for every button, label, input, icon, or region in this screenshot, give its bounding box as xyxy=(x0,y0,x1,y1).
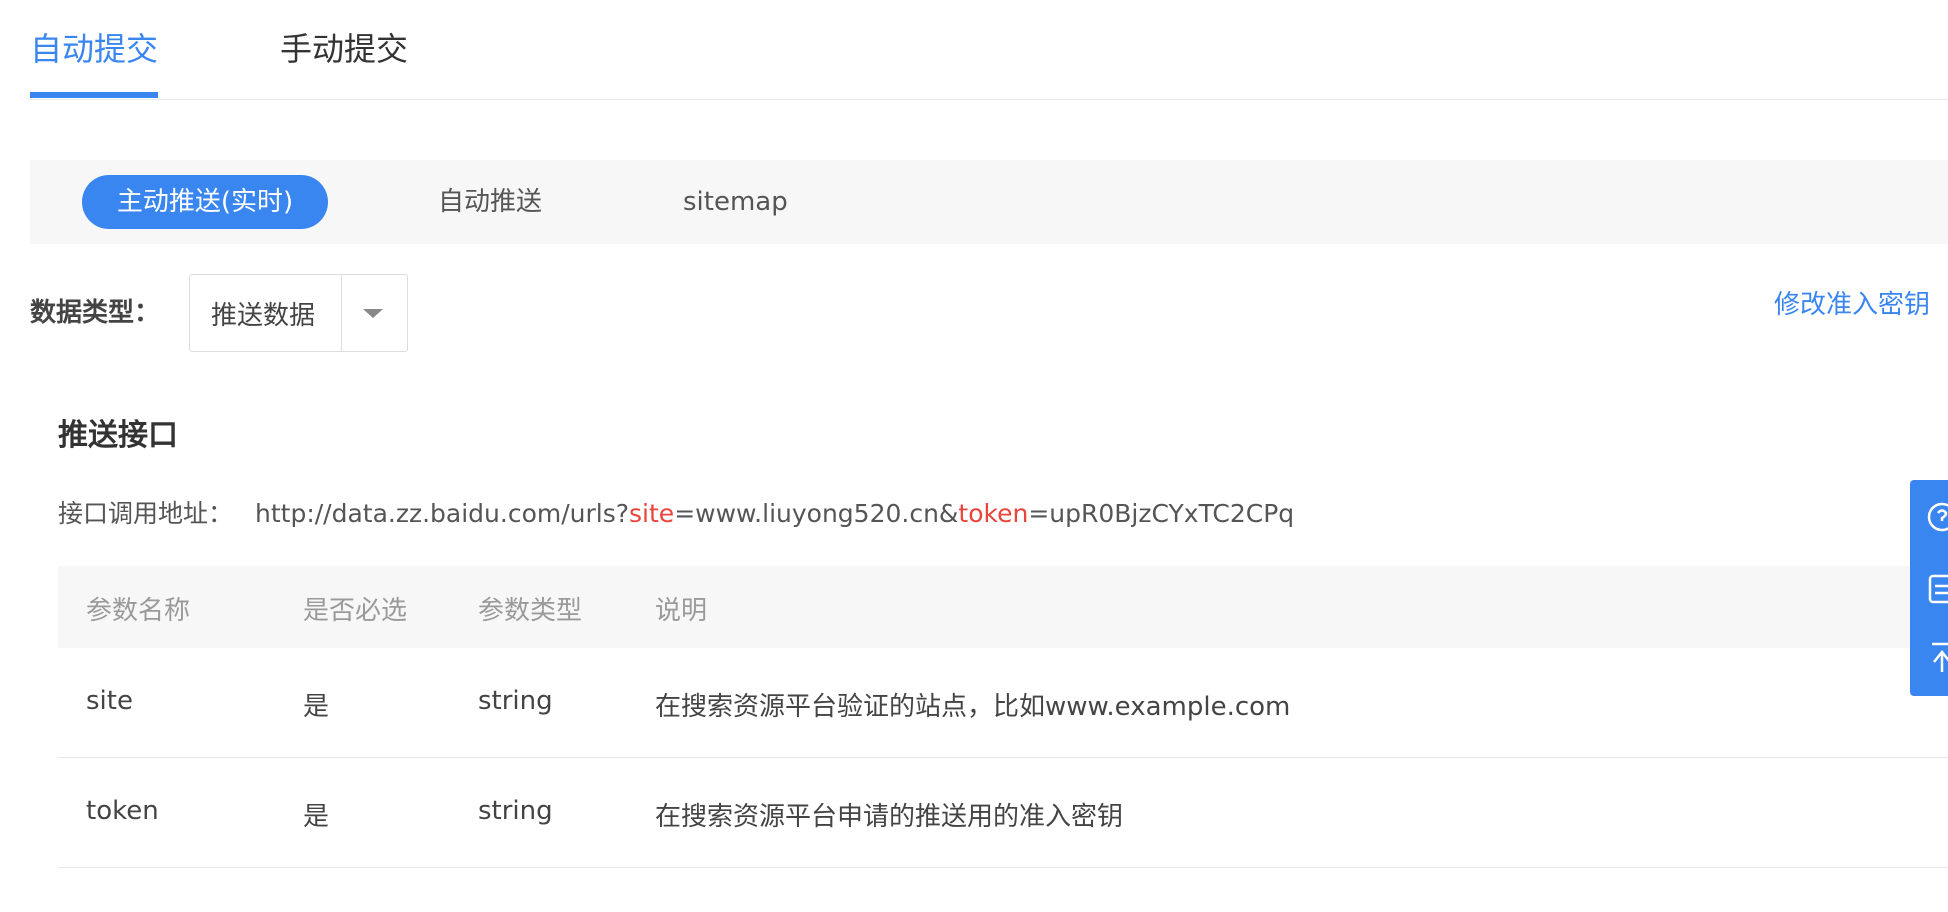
params-table: 参数名称 是否必选 参数类型 说明 site 是 string 在搜索资源平台验… xyxy=(58,566,1948,868)
column-header-description: 说明 xyxy=(655,596,708,626)
help-icon[interactable] xyxy=(1910,492,1948,542)
param-name-cell: site xyxy=(86,686,133,716)
param-type-cell: string xyxy=(478,686,553,716)
data-type-label: 数据类型： xyxy=(30,298,161,328)
back-to-top-icon[interactable] xyxy=(1910,632,1948,682)
caret-down-icon xyxy=(363,309,383,318)
description-cell: 在搜索资源平台验证的站点，比如www.example.com xyxy=(655,692,1291,722)
subtab-active-push[interactable]: 主动推送(实时) xyxy=(82,175,328,229)
endpoint-site-value: =www.liuyong520.cn& xyxy=(674,499,959,528)
push-method-nav: 主动推送(实时) 自动推送 sitemap xyxy=(30,160,1948,244)
data-type-selected-value: 推送数据 xyxy=(211,301,316,331)
table-header: 参数名称 是否必选 参数类型 说明 xyxy=(58,566,1948,648)
section-title-push-api: 推送接口 xyxy=(58,418,178,453)
column-header-required: 是否必选 xyxy=(303,596,408,626)
description-cell: 在搜索资源平台申请的推送用的准入密钥 xyxy=(655,802,1124,832)
modify-access-key-link[interactable]: 修改准入密钥 xyxy=(1774,284,1930,321)
tab-manual-submit[interactable]: 手动提交 xyxy=(280,28,408,70)
subtab-auto-push[interactable]: 自动推送 xyxy=(438,175,542,229)
table-row: token 是 string 在搜索资源平台申请的推送用的准入密钥 xyxy=(58,758,1948,868)
endpoint-token-value: =upR0BjzCYxTC2CPq xyxy=(1028,499,1295,528)
endpoint-label: 接口调用地址： xyxy=(58,499,234,528)
endpoint-url-prefix: http://data.zz.baidu.com/urls? xyxy=(255,499,630,528)
endpoint-param-site: site xyxy=(629,499,675,528)
floating-toolbar xyxy=(1910,480,1948,696)
param-type-cell: string xyxy=(478,796,553,826)
column-header-param-type: 参数类型 xyxy=(478,596,583,626)
column-header-param-name: 参数名称 xyxy=(86,596,191,626)
table-row: site 是 string 在搜索资源平台验证的站点，比如www.example… xyxy=(58,648,1948,758)
main-tabs: 自动提交 手动提交 xyxy=(30,0,1948,100)
endpoint-row: 接口调用地址： http://data.zz.baidu.com/urls?sit… xyxy=(58,494,1294,530)
document-icon[interactable] xyxy=(1910,564,1948,614)
data-type-select[interactable]: 推送数据 xyxy=(189,274,408,352)
param-name-cell: token xyxy=(86,796,159,826)
required-cell: 是 xyxy=(303,692,330,722)
select-divider xyxy=(341,275,342,351)
subtab-sitemap[interactable]: sitemap xyxy=(683,175,788,229)
endpoint-param-token: token xyxy=(958,499,1029,528)
tab-auto-submit[interactable]: 自动提交 xyxy=(30,28,158,70)
required-cell: 是 xyxy=(303,802,330,832)
active-tab-indicator xyxy=(30,92,158,98)
